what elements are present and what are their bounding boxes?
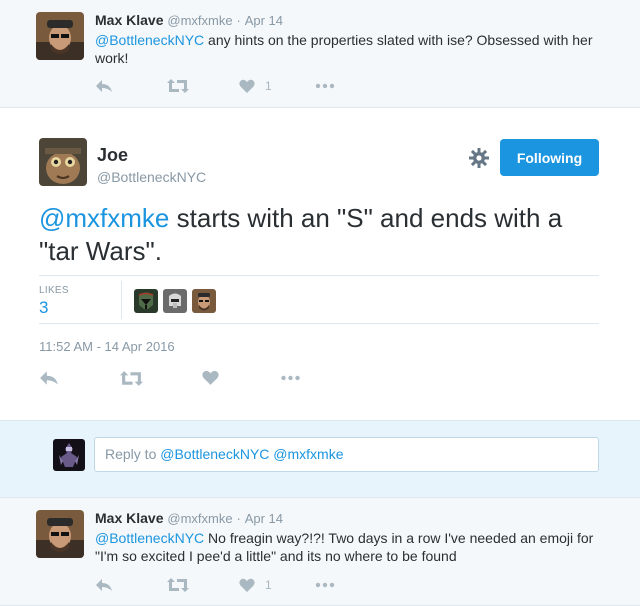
more-button[interactable]	[280, 375, 301, 381]
like-count: 1	[265, 578, 272, 592]
tweet-actions	[39, 368, 301, 388]
like-button[interactable]: 1	[239, 578, 315, 593]
tweet-stats: LIKES 3	[39, 275, 599, 324]
retweet-icon	[167, 578, 189, 592]
like-button[interactable]	[202, 370, 280, 386]
author-name[interactable]: Max Klave	[95, 510, 163, 526]
likes-label[interactable]: LIKES	[39, 285, 69, 296]
tweet-top[interactable]: Max Klave @mxfxmke · Apr 14 @BottleneckN…	[0, 0, 640, 108]
tweet-bottom[interactable]: Max Klave @mxfxmke · Apr 14 @BottleneckN…	[0, 497, 640, 606]
retweet-icon	[120, 370, 143, 386]
likes-count[interactable]: 3	[39, 298, 48, 318]
gear-icon[interactable]	[468, 147, 490, 169]
following-button[interactable]: Following	[500, 139, 599, 176]
mention-link[interactable]: @mxfxmke	[39, 203, 169, 233]
more-button[interactable]	[315, 83, 335, 89]
tweet-text: @BottleneckNYC No freagin way?!?! Two da…	[95, 529, 610, 565]
tweet-actions: 1	[95, 76, 335, 96]
more-button[interactable]	[315, 582, 335, 588]
liker-avatar[interactable]	[134, 289, 158, 313]
tweet-timestamp[interactable]: 11:52 AM - 14 Apr 2016	[39, 339, 175, 354]
more-icon	[315, 582, 335, 588]
retweet-button[interactable]	[167, 577, 239, 593]
more-icon	[315, 83, 335, 89]
reply-area: Reply to @BottleneckNYC @mxfxmke	[0, 420, 640, 497]
reply-icon	[40, 371, 58, 385]
reply-prefix: Reply to	[105, 446, 161, 462]
reply-input[interactable]: Reply to @BottleneckNYC @mxfxmke	[94, 437, 599, 472]
retweet-button[interactable]	[167, 78, 239, 94]
tweet-actions: 1	[95, 575, 335, 595]
tweet-text: @BottleneckNYC any hints on the properti…	[95, 31, 610, 67]
retweet-button[interactable]	[120, 370, 202, 387]
reply-icon	[96, 80, 112, 92]
avatar[interactable]	[36, 12, 84, 60]
divider	[121, 281, 122, 319]
more-icon	[281, 375, 300, 381]
likers-list	[134, 289, 216, 313]
reply-icon	[96, 579, 112, 591]
separator: ·	[236, 511, 241, 526]
liker-avatar[interactable]	[192, 289, 216, 313]
avatar[interactable]	[36, 510, 84, 558]
mention-link[interactable]: @BottleneckNYC	[95, 530, 204, 546]
avatar[interactable]	[53, 439, 85, 471]
reply-mentions: @BottleneckNYC @mxfxmke	[160, 446, 344, 462]
author-name[interactable]: Max Klave	[95, 12, 163, 28]
author-name[interactable]: Joe	[97, 145, 128, 166]
like-count: 1	[265, 79, 272, 93]
reply-button[interactable]	[95, 577, 167, 593]
author-handle[interactable]: @mxfxmke	[167, 13, 232, 28]
tweet-main: Joe @BottleneckNYC Following @mxfxmke st…	[0, 109, 640, 420]
heart-icon	[239, 578, 255, 592]
avatar[interactable]	[39, 138, 87, 186]
retweet-icon	[167, 79, 189, 93]
heart-icon	[202, 370, 219, 385]
liker-avatar[interactable]	[163, 289, 187, 313]
author-handle[interactable]: @BottleneckNYC	[97, 169, 206, 185]
heart-icon	[239, 79, 255, 93]
reply-button[interactable]	[39, 369, 120, 387]
like-button[interactable]: 1	[239, 79, 315, 94]
tweet-date[interactable]: Apr 14	[245, 13, 283, 28]
mention-link[interactable]: @BottleneckNYC	[95, 32, 204, 48]
separator: ·	[236, 13, 241, 28]
tweet-text: @mxfxmke starts with an "S" and ends wit…	[39, 202, 599, 268]
author-handle[interactable]: @mxfxmke	[167, 511, 232, 526]
reply-button[interactable]	[95, 78, 167, 94]
tweet-date[interactable]: Apr 14	[245, 511, 283, 526]
